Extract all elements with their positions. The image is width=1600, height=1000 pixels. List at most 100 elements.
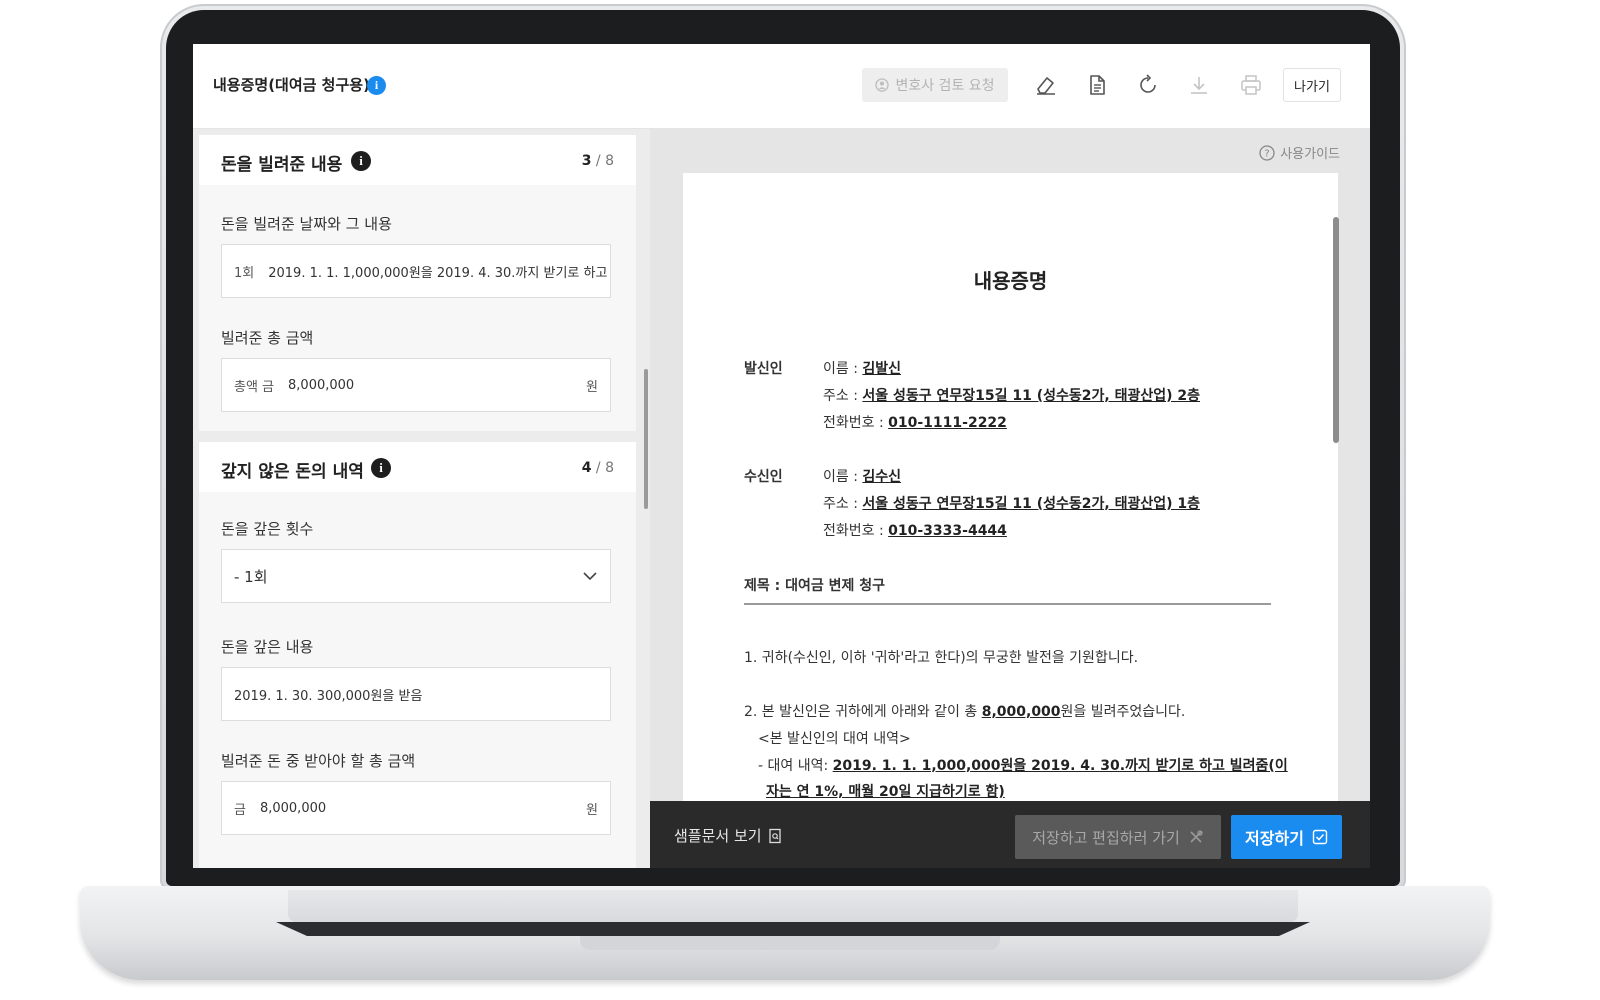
top-toolbar: 내용증명(대여금 청구용) i 변호사 검토 요청 나가기 <box>193 44 1370 129</box>
field-label: 돈을 갚은 내용 <box>221 638 314 656</box>
save-label: 저장하기 <box>1245 829 1304 848</box>
loan-date-input[interactable]: 1회 2019. 1. 1. 1,000,000원을 2019. 4. 30.까… <box>221 244 611 298</box>
select-value: - 1회 <box>234 567 268 586</box>
total-amount-input[interactable]: 총액 금 8,000,000 원 <box>221 358 611 412</box>
chevron-down-icon <box>583 572 597 581</box>
download-icon[interactable] <box>1185 71 1213 99</box>
receiver-address-line: 주소 : 서울 성동구 연무장15길 11 (성수동2가, 태광산업) 1층 <box>823 493 1200 513</box>
field-prefix: 금 <box>234 802 246 818</box>
para2-post: 원을 빌려주었습니다. <box>1060 704 1186 720</box>
sender-name-line: 이름 : 김발신 <box>823 358 901 378</box>
receiver-phone: 010-3333-4444 <box>888 523 1007 539</box>
receiver-address: 서울 성동구 연무장15길 11 (성수동2가, 태광산업) 1층 <box>862 496 1201 512</box>
document-search-icon <box>768 828 781 843</box>
refresh-icon[interactable] <box>1134 71 1162 99</box>
section-header: 갚지 않은 돈의 내역 i 4 / 8 <box>199 442 636 492</box>
save-button[interactable]: 저장하기 <box>1231 815 1342 859</box>
step-indicator: 4 / 8 <box>582 460 614 476</box>
name-label: 이름 : <box>823 469 858 485</box>
section-header: 돈을 빌려준 내용 i 3 / 8 <box>199 135 636 185</box>
sender-name: 김발신 <box>862 361 902 377</box>
save-and-edit-label: 저장하고 편집하러 가기 <box>1032 828 1180 847</box>
subject-divider <box>744 603 1271 605</box>
eraser-icon[interactable] <box>1032 71 1060 99</box>
exit-button[interactable]: 나가기 <box>1283 68 1341 102</box>
field-label: 돈을 빌려준 날짜와 그 내용 <box>221 215 392 233</box>
question-icon: ? <box>1259 144 1275 161</box>
laptop-notch <box>580 936 1000 950</box>
loan-history-item-cont: 자는 연 1%, 매월 20일 지급하기로 함) <box>766 781 1005 801</box>
laptop-keyboard-edge <box>276 922 1310 936</box>
subject-line-text: 제목 : 대여금 변제 청구 <box>744 578 886 594</box>
lawyer-review-button[interactable]: 변호사 검토 요청 <box>862 68 1008 102</box>
step-current: 4 <box>581 460 592 476</box>
info-icon[interactable]: i <box>351 151 371 171</box>
remaining-amount-input[interactable]: 금 8,000,000 원 <box>221 781 611 835</box>
address-label: 주소 : <box>823 388 858 404</box>
user-circle-icon <box>875 78 890 92</box>
field-unit: 원 <box>586 379 598 395</box>
field-value: 8,000,000 <box>259 800 327 816</box>
field-prefix: 1회 <box>234 265 255 281</box>
loan-history-item: - 대여 내역: 2019. 1. 1. 1,000,000원을 2019. 4… <box>758 755 1288 775</box>
app-screen: 내용증명(대여금 청구용) i 변호사 검토 요청 나가기 돈을 빌려준 내용 … <box>193 44 1370 868</box>
field-label: 빌려준 돈 중 받아야 할 총 금액 <box>221 752 416 770</box>
repay-content-input[interactable]: 2019. 1. 30. 300,000원을 받음 <box>221 667 611 721</box>
view-sample-button[interactable]: 샘플문서 보기 <box>674 825 782 846</box>
tools-icon <box>1190 830 1203 843</box>
phone-label: 전화번호 : <box>823 523 884 539</box>
receiver-label: 수신인 <box>744 469 783 485</box>
repay-count-select[interactable]: - 1회 <box>221 549 611 603</box>
document-icon[interactable] <box>1083 71 1111 99</box>
receiver-phone-line: 전화번호 : 010-3333-4444 <box>823 520 1007 540</box>
loan-history-header: <본 발신인의 대여 내역> <box>758 731 911 747</box>
step-total: / 8 <box>595 460 614 476</box>
bottom-action-bar: 샘플문서 보기 저장하고 편집하러 가기 저장하기 <box>650 801 1370 868</box>
user-guide-label: 사용가이드 <box>1280 147 1340 162</box>
field-label: 돈을 갚은 횟수 <box>221 520 314 538</box>
form-panel: 돈을 빌려준 내용 i 3 / 8 돈을 빌려준 날짜와 그 내용 1회 201… <box>193 129 650 868</box>
step-indicator: 3 / 8 <box>582 153 614 169</box>
loan-detail: 2019. 1. 1. 1,000,000원을 2019. 4. 30.까지 받… <box>832 758 1288 774</box>
document-preview: 내용증명 발신인 이름 : 김발신 주소 : 서울 성동구 연무장15길 11 … <box>683 173 1338 801</box>
field-unit: 원 <box>586 802 598 818</box>
name-label: 이름 : <box>823 361 858 377</box>
field-prefix: 총액 금 <box>234 379 275 395</box>
loan-label: - 대여 내역: <box>758 758 833 774</box>
view-sample-label: 샘플문서 보기 <box>674 827 762 845</box>
lawyer-review-label: 변호사 검토 요청 <box>895 78 995 94</box>
print-icon[interactable] <box>1237 71 1265 99</box>
preview-panel: ? 사용가이드 내용증명 발신인 이름 : 김발신 주소 : 서울 성동구 연무… <box>650 129 1370 801</box>
save-and-edit-button[interactable]: 저장하고 편집하러 가기 <box>1015 815 1221 859</box>
field-value: 2019. 1. 1. 1,000,000원을 2019. 4. 30.까지 받… <box>268 265 608 281</box>
step-current: 3 <box>581 153 592 169</box>
section-title: 갚지 않은 돈의 내역 <box>221 462 364 482</box>
info-icon[interactable]: i <box>371 458 391 478</box>
section-loan-details: 돈을 빌려준 내용 i 3 / 8 돈을 빌려준 날짜와 그 내용 1회 201… <box>199 135 636 431</box>
preview-scrollbar[interactable] <box>1333 217 1339 443</box>
phone-label: 전화번호 : <box>823 415 884 431</box>
sender-label: 발신인 <box>744 361 783 377</box>
step-total: / 8 <box>595 153 614 169</box>
field-value: 2019. 1. 30. 300,000원을 받음 <box>234 688 423 704</box>
check-box-icon <box>1312 829 1328 845</box>
svg-text:?: ? <box>1265 148 1270 159</box>
para2-pre: 2. 본 발신인은 귀하에게 아래와 같이 총 <box>744 704 982 720</box>
sender-address: 서울 성동구 연무장15길 11 (성수동2가, 태광산업) 2층 <box>862 388 1201 404</box>
preview-title: 내용증명 <box>973 269 1048 293</box>
form-scrollbar[interactable] <box>644 369 648 509</box>
section-title: 돈을 빌려준 내용 <box>221 155 343 175</box>
section-unpaid-details: 갚지 않은 돈의 내역 i 4 / 8 돈을 갚은 횟수 - 1회 돈을 갚은 … <box>199 442 636 868</box>
receiver-name-line: 이름 : 김수신 <box>823 466 901 486</box>
loan-detail-cont: 자는 연 1%, 매월 20일 지급하기로 함) <box>766 784 1005 800</box>
paragraph-1: 1. 귀하(수신인, 이하 '귀하'라고 한다)의 무궁한 발전을 기원합니다. <box>744 650 1139 666</box>
para2-amount: 8,000,000 <box>981 704 1061 720</box>
document-title: 내용증명(대여금 청구용) <box>213 76 370 94</box>
info-icon[interactable]: i <box>367 76 386 95</box>
field-value: 8,000,000 <box>288 377 355 393</box>
field-label: 빌려준 총 금액 <box>221 329 314 347</box>
address-label: 주소 : <box>823 496 858 512</box>
user-guide-link[interactable]: ? 사용가이드 <box>1259 143 1340 162</box>
laptop-hinge <box>288 890 1298 922</box>
sender-phone: 010-1111-2222 <box>888 415 1007 431</box>
